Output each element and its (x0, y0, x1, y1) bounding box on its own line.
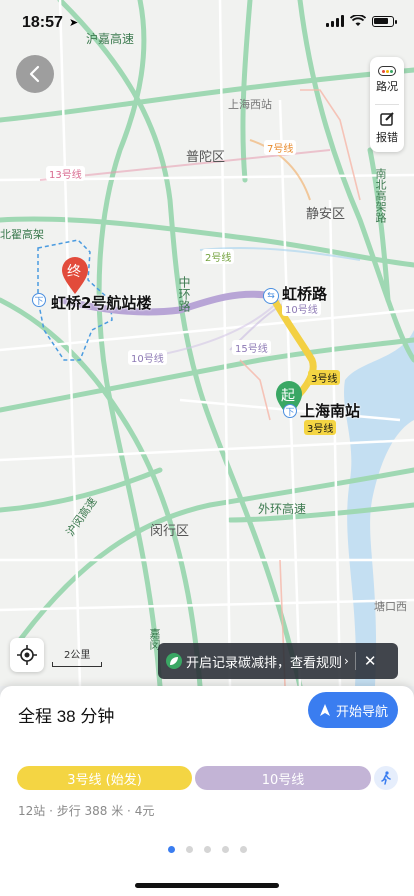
traffic-icon (378, 66, 396, 76)
battery-icon (372, 15, 397, 27)
end-marker-label: 终 (67, 264, 81, 280)
line-tag-15: 15号线 (232, 340, 271, 355)
wifi-icon (350, 15, 366, 26)
route-segment-line3[interactable]: 3号线 (始发) (17, 766, 192, 790)
edit-icon (380, 112, 394, 126)
start-marker-label: 起 (281, 388, 295, 404)
line-tag-2: 2号线 (202, 249, 235, 264)
page-dot-1[interactable] (168, 846, 175, 853)
map-view[interactable]: 沪嘉高速 上海西站 普陀区 静安区 南北高架路 北翟高架 中环路 闵行区 外环高… (0, 0, 414, 686)
close-icon[interactable]: ✕ (364, 652, 377, 670)
report-label: 报错 (376, 131, 398, 144)
home-indicator[interactable] (135, 883, 279, 888)
chevron-right-icon: › (344, 654, 349, 668)
cellular-signal-icon (326, 15, 344, 27)
metro-icon-shanghai-south: 下 (283, 404, 297, 418)
traffic-label: 路况 (376, 80, 398, 93)
navigation-arrow-icon (319, 704, 330, 716)
map-label-jingan: 静安区 (306, 207, 346, 222)
map-label-hongqiao-road: 虹桥路 (282, 285, 328, 303)
carbon-tip-divider (354, 652, 356, 670)
map-scale-bar (52, 662, 102, 667)
leaf-icon (166, 653, 182, 669)
page-dot-2[interactable] (186, 846, 193, 853)
map-label-putuo: 普陀区 (186, 150, 226, 165)
transfer-icon-hongqiao-road: ⇆ (263, 288, 279, 304)
route-meta: 12站 · 步行 388 米 · 4元 (18, 804, 155, 818)
map-label-tangkou: 塘口西 (374, 600, 407, 613)
page-dot-5[interactable] (240, 846, 247, 853)
line-tag-3a: 3号线 (308, 370, 341, 385)
carbon-tip-text: 开启记录碳减排，查看规则 (186, 655, 343, 671)
report-error-button[interactable]: 报错 (370, 105, 404, 151)
location-arrow-icon: ➤ (69, 16, 79, 29)
status-bar: 18:57 ➤ (0, 0, 414, 44)
line-tag-13: 13号线 (46, 166, 85, 181)
route-panel: 全程 38 分钟 开始导航 3号线 (始发) 10号线 12站 · 步行 388… (0, 686, 414, 896)
map-label-beizhai: 北翟高架 (0, 228, 44, 241)
chevron-left-icon (29, 65, 40, 83)
status-time: 18:57 (22, 14, 63, 31)
page-dot-4[interactable] (222, 846, 229, 853)
start-navigation-button[interactable]: 开始导航 (308, 692, 398, 728)
locate-me-button[interactable] (10, 638, 44, 672)
map-side-toolbar: 路况 报错 (370, 57, 404, 152)
walk-icon (374, 766, 398, 790)
line-tag-3b: 3号线 (304, 420, 337, 435)
line-tag-7: 7号线 (264, 140, 297, 155)
map-label-nanbei: 南北高架路 (374, 168, 387, 223)
line-tag-10b: 10号线 (128, 350, 167, 365)
back-button[interactable] (16, 55, 54, 93)
map-label-shanghai-west: 上海西站 (228, 98, 272, 111)
map-scale-label: 2公里 (64, 650, 91, 661)
route-duration: 全程 38 分钟 (18, 707, 115, 726)
carbon-tip-banner[interactable]: 开启记录碳减排，查看规则 › ✕ (158, 643, 398, 679)
page-dot-3[interactable] (204, 846, 211, 853)
metro-icon-hongqiao-terminal: 下 (32, 293, 46, 307)
map-label-waihuan: 外环高速 (258, 502, 307, 516)
traffic-toggle-button[interactable]: 路况 (370, 57, 404, 103)
map-label-shanghai-south: 上海南站 (300, 402, 361, 420)
map-roads (0, 0, 414, 686)
start-navigation-label: 开始导航 (335, 704, 388, 720)
map-label-zhonghuan: 中环路 (177, 276, 191, 312)
route-segment-line10[interactable]: 10号线 (195, 766, 371, 790)
page-indicator (168, 846, 247, 853)
map-label-minhang: 闵行区 (150, 524, 190, 539)
locate-icon (17, 645, 37, 665)
